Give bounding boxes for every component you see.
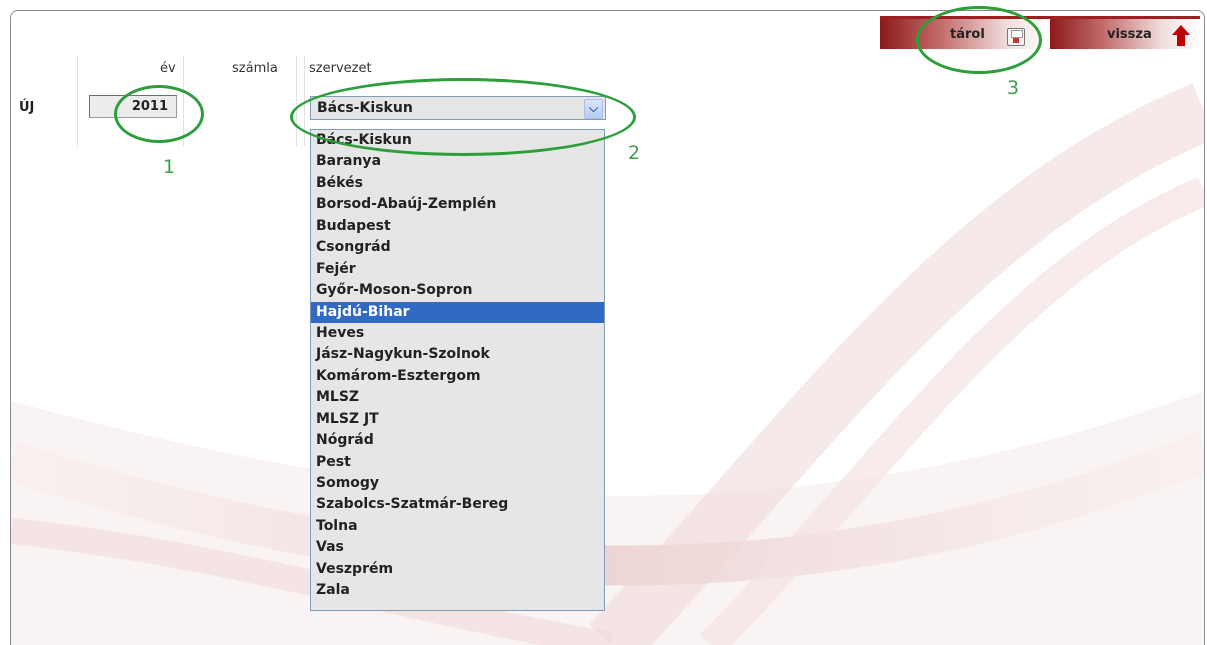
column-header-year: év bbox=[160, 61, 176, 76]
annotation-circle-3 bbox=[916, 6, 1042, 74]
dropdown-option[interactable]: MLSZ JT bbox=[311, 409, 604, 430]
dropdown-option[interactable]: Jász-Nagykun-Szolnok bbox=[311, 344, 604, 365]
annotation-number-1: 1 bbox=[163, 156, 176, 178]
annotation-circle-2 bbox=[290, 78, 636, 156]
annotation-number-2: 2 bbox=[628, 142, 641, 164]
new-row-label: ÚJ bbox=[19, 100, 35, 115]
dropdown-option[interactable]: Pest bbox=[311, 452, 604, 473]
dropdown-option[interactable]: Vas bbox=[311, 537, 604, 558]
dropdown-option[interactable]: Szabolcs-Szatmár-Bereg bbox=[311, 494, 604, 515]
dropdown-option[interactable]: Csongrád bbox=[311, 237, 604, 258]
dropdown-option[interactable]: Győr-Moson-Sopron bbox=[311, 280, 604, 301]
annotation-number-3: 3 bbox=[1007, 77, 1020, 99]
dropdown-option[interactable]: Fejér bbox=[311, 259, 604, 280]
dropdown-option[interactable]: Heves bbox=[311, 323, 604, 344]
dropdown-option[interactable]: Nógrád bbox=[311, 430, 604, 451]
arrow-up-icon[interactable] bbox=[1172, 25, 1190, 35]
column-divider bbox=[77, 56, 78, 146]
arrow-up-icon-stem bbox=[1177, 35, 1185, 46]
dropdown-option[interactable]: Somogy bbox=[311, 473, 604, 494]
dropdown-option[interactable]: Borsod-Abaúj-Zemplén bbox=[311, 194, 604, 215]
column-divider bbox=[296, 56, 297, 146]
dropdown-option[interactable]: Békés bbox=[311, 173, 604, 194]
dropdown-option[interactable]: Budapest bbox=[311, 216, 604, 237]
annotation-circle-1 bbox=[114, 85, 204, 143]
column-header-organization: szervezet bbox=[309, 61, 372, 76]
back-button[interactable]: vissza bbox=[1107, 18, 1152, 48]
dropdown-option[interactable]: Veszprém bbox=[311, 559, 604, 580]
dropdown-option[interactable]: Komárom-Esztergom bbox=[311, 366, 604, 387]
organization-dropdown-list[interactable]: Bács-Kiskun Baranya Békés Borsod-Abaúj-Zemp… bbox=[310, 129, 605, 611]
dropdown-option[interactable]: Zala bbox=[311, 580, 604, 601]
dropdown-option[interactable]: MLSZ bbox=[311, 387, 604, 408]
dropdown-option[interactable]: Hajdú-Bihar bbox=[311, 301, 604, 323]
dropdown-option[interactable]: Tolna bbox=[311, 516, 604, 537]
column-header-account: számla bbox=[232, 61, 278, 76]
